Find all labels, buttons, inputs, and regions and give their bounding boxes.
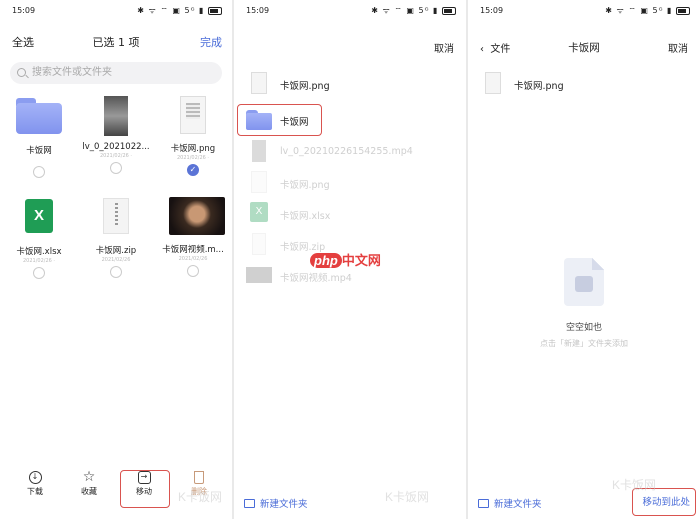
list-item-file: 卡饭网.png — [244, 70, 459, 98]
grid-item-zip[interactable]: 卡饭网.zip 2021/02/26 — [81, 196, 151, 278]
grid-item-meta: 2021/02/26 · — [100, 153, 132, 159]
list-item-label: lv_0_20210226154255.mp4 — [280, 146, 413, 157]
select-checkbox[interactable] — [187, 265, 199, 277]
grid-item-name: 卡饭网 — [26, 146, 52, 156]
status-time: 15:09 — [246, 6, 270, 15]
list-item-file: X 卡饭网.xlsx — [244, 200, 459, 228]
grid-item-name: 卡饭网视频.m... — [162, 245, 224, 255]
grid-item-image[interactable]: 卡饭网.png 2021/02/26 · ✓ — [158, 96, 228, 176]
image-file-icon — [251, 171, 267, 193]
cancel-button[interactable]: 取消 — [434, 40, 454, 55]
new-folder-icon — [478, 499, 489, 508]
trash-icon — [194, 470, 204, 484]
folder-icon — [16, 98, 62, 134]
grid-item-name: 卡饭网.zip — [95, 246, 137, 256]
grid-item-folder[interactable]: 卡饭网 — [4, 96, 74, 178]
list-item-label: 卡饭网.png — [280, 180, 330, 191]
kafan-watermark: K卡饭网 — [178, 490, 223, 504]
battery-icon — [208, 6, 222, 15]
download-button[interactable]: ↓ 下载 — [15, 468, 55, 497]
movie-thumbnail — [169, 197, 225, 235]
done-button[interactable]: 完成 — [200, 34, 222, 50]
selection-count-title: 已选 1 项 — [92, 36, 140, 49]
download-label: 下载 — [27, 487, 43, 496]
video-file-icon — [246, 267, 272, 283]
new-folder-label: 新建文件夹 — [260, 499, 308, 510]
list-item-label: 卡饭网视频.mp4 — [280, 273, 352, 284]
file-grid-screen: 15:09 ✱ ᯤ ⌔ ▣ 5ᴳ ▮ 全选 已选 1 项 完成 搜索文件或文件夹… — [0, 0, 232, 519]
status-time: 15:09 — [480, 6, 504, 15]
search-icon — [17, 68, 26, 77]
image-thumbnail — [180, 96, 206, 134]
star-icon: ☆ — [82, 469, 96, 485]
move-button-highlight — [120, 470, 170, 508]
folder-contents-screen: 15:09 ✱ ᯤ ⌔ ▣ 5ᴳ ▮ ‹ 文件 卡饭网 取消 卡饭网.png 空… — [468, 0, 700, 519]
select-checkbox[interactable] — [110, 162, 122, 174]
new-folder-button[interactable]: 新建文件夹 — [478, 496, 542, 510]
zip-file-icon — [252, 233, 266, 255]
select-checkbox[interactable] — [33, 166, 45, 178]
select-checkbox[interactable] — [110, 266, 122, 278]
grid-item-meta: 2021/02/26 · — [177, 155, 209, 161]
list-item-file: lv_0_20210226154255.mp4 — [244, 138, 459, 166]
empty-state-subtitle: 点击「新建」文件夹添加 — [540, 339, 628, 348]
empty-state-title: 空空如也 — [565, 323, 602, 333]
status-bar: 15:09 ✱ ᯤ ⌔ ▣ 5ᴳ ▮ — [468, 0, 700, 22]
list-item-label: 卡饭网.xlsx — [280, 211, 331, 222]
empty-folder-icon — [564, 258, 604, 306]
status-icons: ✱ ᯤ ⌔ ▣ 5ᴳ ▮ — [605, 5, 690, 16]
search-input[interactable]: 搜索文件或文件夹 — [10, 62, 222, 84]
grid-item-name: 卡饭网.png — [170, 144, 216, 154]
list-item-label: 卡饭网.png — [514, 81, 564, 92]
grid-item-name: 卡饭网.xlsx — [16, 247, 62, 257]
favorite-label: 收藏 — [81, 487, 97, 496]
cancel-button[interactable]: 取消 — [668, 40, 688, 55]
select-checkbox[interactable] — [33, 267, 45, 279]
status-icons: ✱ ᯤ ⌔ ▣ 5ᴳ ▮ — [371, 5, 456, 16]
grid-item-meta — [4, 157, 74, 163]
page-title: 卡饭网 — [568, 42, 600, 54]
kafan-watermark: K卡饭网 — [612, 478, 657, 492]
grid-item-movie[interactable]: 卡饭网视频.m... 2021/02/26 — [158, 196, 228, 277]
kafan-watermark: K卡饭网 — [385, 490, 430, 504]
status-time: 15:09 — [12, 6, 36, 15]
zip-file-icon — [103, 198, 129, 234]
new-folder-button[interactable]: 新建文件夹 — [244, 496, 308, 510]
grid-item-meta: 2021/02/26 — [178, 256, 208, 262]
xlsx-file-icon: X — [250, 202, 268, 222]
screenshot-stage: 15:09 ✱ ᯤ ⌔ ▣ 5ᴳ ▮ 全选 已选 1 项 完成 搜索文件或文件夹… — [0, 0, 700, 519]
list-item-file: 卡饭网.png — [244, 169, 459, 197]
battery-icon — [676, 6, 690, 15]
grid-item-meta: 2021/02/26 · — [23, 258, 55, 264]
video-thumbnail — [104, 96, 128, 136]
list-item-file: 卡饭网.png — [478, 70, 693, 98]
video-file-icon — [252, 140, 266, 162]
favorite-button[interactable]: ☆ 收藏 — [69, 468, 109, 497]
grid-item-xlsx[interactable]: X 卡饭网.xlsx 2021/02/26 · — [4, 196, 74, 279]
php-watermark: php 中文网 — [310, 250, 381, 269]
folder-row-highlight — [237, 104, 322, 136]
download-icon: ↓ — [28, 470, 42, 484]
grid-item-meta: 2021/02/26 — [101, 257, 131, 263]
image-file-icon — [485, 72, 501, 94]
new-folder-label: 新建文件夹 — [494, 499, 542, 510]
grid-item-name: lv_0_2021022... — [82, 142, 150, 152]
status-bar: 15:09 ✱ ᯤ ⌔ ▣ 5ᴳ ▮ — [0, 0, 232, 22]
image-file-icon — [251, 72, 267, 94]
search-placeholder: 搜索文件或文件夹 — [32, 67, 112, 78]
grid-item-video[interactable]: lv_0_2021022... 2021/02/26 · — [81, 96, 151, 174]
status-bar: 15:09 ✱ ᯤ ⌔ ▣ 5ᴳ ▮ — [234, 0, 466, 22]
status-icons: ✱ ᯤ ⌔ ▣ 5ᴳ ▮ — [137, 5, 222, 16]
battery-icon — [442, 6, 456, 15]
new-folder-icon — [244, 499, 255, 508]
list-item-label: 卡饭网.png — [280, 81, 330, 92]
select-checkbox-checked[interactable]: ✓ — [187, 164, 199, 176]
excel-file-icon: X — [25, 199, 53, 233]
